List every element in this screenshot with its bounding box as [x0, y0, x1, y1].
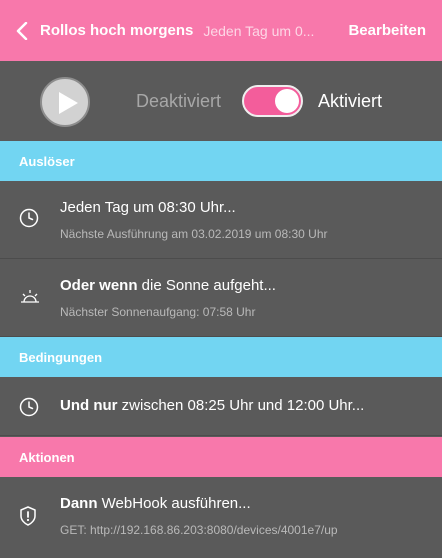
trigger-row-schedule[interactable]: Jeden Tag um 08:30 Uhr... Nächste Ausfüh… — [0, 181, 442, 259]
section-header-actions: Aktionen — [0, 437, 442, 477]
active-toggle[interactable] — [242, 85, 303, 117]
action-title: Dann WebHook ausführen... — [60, 495, 251, 512]
sunrise-icon — [21, 290, 39, 303]
trigger-row-sunrise[interactable]: Oder wenn die Sonne aufgeht... Nächster … — [0, 259, 442, 337]
shield-alert-icon — [20, 506, 36, 526]
action-detail: GET: http://192.168.86.203:8080/devices/… — [60, 523, 338, 537]
section-header-conditions: Bedingungen — [0, 337, 442, 377]
edit-button[interactable]: Bearbeiten — [348, 22, 426, 39]
section-header-triggers: Auslöser — [0, 141, 442, 181]
page-title: Rollos hoch morgens — [40, 22, 194, 39]
activated-label: Aktiviert — [318, 91, 383, 111]
page-subtitle: Jeden Tag um 0... — [203, 22, 315, 39]
trigger-title: Jeden Tag um 08:30 Uhr... — [60, 199, 236, 216]
clock-icon — [19, 397, 39, 417]
condition-row-timespan[interactable]: Und nur zwischen 08:25 Uhr und 12:00 Uhr… — [0, 377, 442, 436]
condition-title: Und nur zwischen 08:25 Uhr und 12:00 Uhr… — [60, 397, 365, 414]
back-button[interactable] — [16, 21, 30, 41]
play-icon — [59, 92, 78, 114]
action-row-webhook[interactable]: Dann WebHook ausführen... GET: http://19… — [0, 477, 442, 558]
automation-controls: Deaktiviert Aktiviert — [0, 61, 442, 141]
run-button[interactable] — [40, 77, 90, 127]
header-bar: Rollos hoch morgens Jeden Tag um 0... Be… — [0, 0, 442, 61]
trigger-detail: Nächste Ausführung am 03.02.2019 um 08:3… — [60, 227, 328, 241]
toggle-knob — [275, 89, 299, 113]
clock-icon — [19, 208, 39, 228]
trigger-title: Oder wenn die Sonne aufgeht... — [60, 277, 276, 294]
deactivated-label: Deaktiviert — [136, 91, 222, 111]
trigger-detail: Nächster Sonnenaufgang: 07:58 Uhr — [60, 305, 256, 319]
chevron-left-icon — [16, 21, 28, 40]
